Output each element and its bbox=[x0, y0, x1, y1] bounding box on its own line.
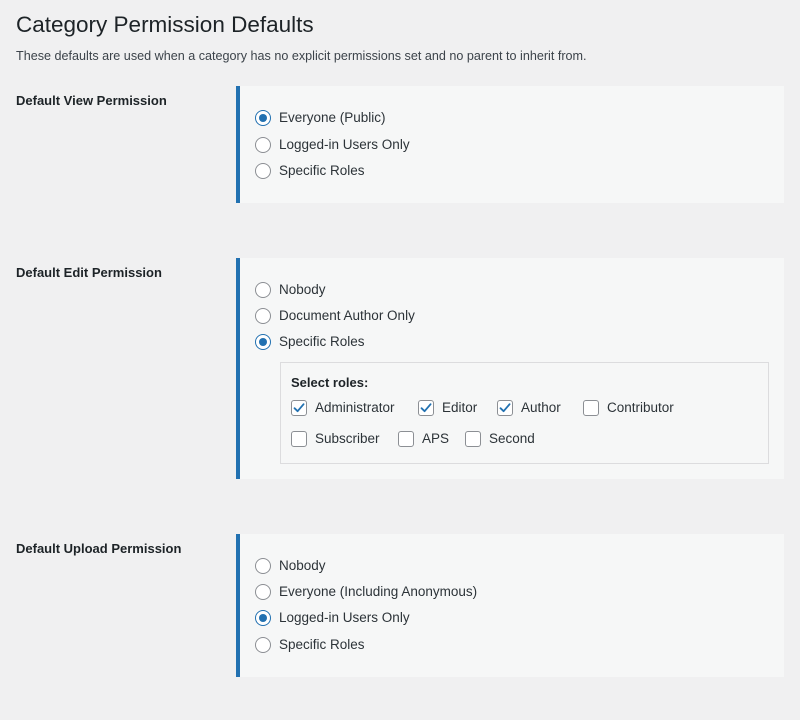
radio-button[interactable] bbox=[255, 610, 271, 626]
role-label: Administrator bbox=[315, 400, 395, 415]
role-checkbox-administrator[interactable]: Administrator bbox=[291, 398, 395, 418]
checkbox[interactable] bbox=[583, 400, 599, 416]
role-label: Contributor bbox=[607, 400, 674, 415]
view-option-everyone[interactable]: Everyone (Public) bbox=[255, 108, 386, 128]
role-checkbox-subscriber[interactable]: Subscriber bbox=[291, 429, 380, 449]
upload-option-logged-in[interactable]: Logged-in Users Only bbox=[255, 608, 410, 628]
role-checkbox-second[interactable]: Second bbox=[465, 429, 535, 449]
radio-button[interactable] bbox=[255, 637, 271, 653]
option-label: Logged-in Users Only bbox=[279, 137, 410, 152]
radio-button[interactable] bbox=[255, 558, 271, 574]
radio-button[interactable] bbox=[255, 137, 271, 153]
checkmark-icon bbox=[293, 403, 305, 413]
checkbox[interactable] bbox=[291, 400, 307, 416]
upload-option-nobody[interactable]: Nobody bbox=[255, 556, 326, 576]
option-label: Nobody bbox=[279, 282, 326, 297]
checkmark-icon bbox=[420, 403, 432, 413]
checkbox[interactable] bbox=[398, 431, 414, 447]
checkbox[interactable] bbox=[465, 431, 481, 447]
checkbox[interactable] bbox=[291, 431, 307, 447]
upload-permission-label: Default Upload Permission bbox=[16, 541, 182, 556]
page-title: Category Permission Defaults bbox=[16, 12, 314, 37]
option-label: Document Author Only bbox=[279, 308, 415, 323]
role-checkbox-editor[interactable]: Editor bbox=[418, 398, 477, 418]
view-permission-panel: Everyone (Public) Logged-in Users Only S… bbox=[236, 86, 784, 203]
role-label: APS bbox=[422, 431, 450, 446]
option-label: Everyone (Including Anonymous) bbox=[279, 584, 478, 599]
radio-button[interactable] bbox=[255, 584, 271, 600]
view-option-logged-in[interactable]: Logged-in Users Only bbox=[255, 135, 410, 155]
page-description: These defaults are used when a category … bbox=[16, 49, 587, 63]
role-label: Author bbox=[521, 400, 561, 415]
view-option-specific-roles[interactable]: Specific Roles bbox=[255, 161, 365, 181]
option-label: Specific Roles bbox=[279, 163, 365, 178]
upload-option-everyone[interactable]: Everyone (Including Anonymous) bbox=[255, 582, 477, 602]
radio-button[interactable] bbox=[255, 163, 271, 179]
role-label: Editor bbox=[442, 400, 478, 415]
checkbox[interactable] bbox=[418, 400, 434, 416]
option-label: Specific Roles bbox=[279, 334, 365, 349]
upload-option-specific-roles[interactable]: Specific Roles bbox=[255, 635, 365, 655]
checkmark-icon bbox=[499, 403, 511, 413]
radio-button[interactable] bbox=[255, 110, 271, 126]
edit-permission-panel: Nobody Document Author Only Specific Rol… bbox=[236, 258, 784, 479]
radio-button[interactable] bbox=[255, 282, 271, 298]
edit-option-nobody[interactable]: Nobody bbox=[255, 280, 326, 300]
view-permission-label: Default View Permission bbox=[16, 93, 167, 108]
radio-button[interactable] bbox=[255, 334, 271, 350]
roles-selector: Select roles: Administrator Editor Autho… bbox=[280, 362, 769, 464]
role-checkbox-contributor[interactable]: Contributor bbox=[583, 398, 674, 418]
role-label: Subscriber bbox=[315, 431, 380, 446]
role-checkbox-aps[interactable]: APS bbox=[398, 429, 449, 449]
option-label: Logged-in Users Only bbox=[279, 610, 410, 625]
upload-permission-panel: Nobody Everyone (Including Anonymous) Lo… bbox=[236, 534, 784, 677]
edit-option-author-only[interactable]: Document Author Only bbox=[255, 306, 415, 326]
option-label: Nobody bbox=[279, 558, 326, 573]
edit-option-specific-roles[interactable]: Specific Roles bbox=[255, 332, 365, 352]
role-checkbox-author[interactable]: Author bbox=[497, 398, 561, 418]
role-label: Second bbox=[489, 431, 535, 446]
option-label: Specific Roles bbox=[279, 637, 365, 652]
radio-button[interactable] bbox=[255, 308, 271, 324]
edit-permission-label: Default Edit Permission bbox=[16, 265, 162, 280]
checkbox[interactable] bbox=[497, 400, 513, 416]
option-label: Everyone (Public) bbox=[279, 110, 386, 125]
roles-title: Select roles: bbox=[291, 375, 369, 390]
